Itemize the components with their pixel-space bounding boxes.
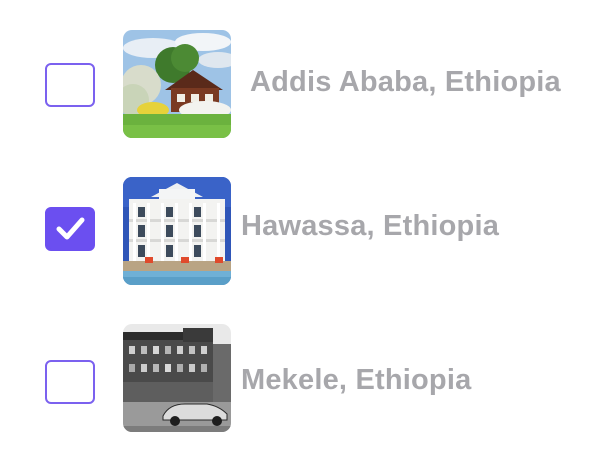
checkbox-mekele[interactable]: [45, 360, 95, 404]
location-label: Hawassa, Ethiopia: [241, 210, 500, 242]
location-option-hawassa[interactable]: Hawassa, Ethiopia: [0, 177, 609, 287]
location-label: Addis Ababa, Ethiopia: [250, 66, 561, 98]
location-option-mekele[interactable]: Mekele, Ethiopia: [0, 324, 609, 434]
white-mansion-photo: [123, 177, 231, 285]
location-checklist: Addis Ababa, Ethiopia Hawassa, Ethiopia …: [0, 0, 609, 450]
old-street-bw-photo: [123, 324, 231, 432]
location-label: Mekele, Ethiopia: [241, 364, 472, 396]
checkbox-hawassa[interactable]: [45, 207, 95, 251]
house-countryside-photo: [123, 30, 231, 138]
checkbox-addis-ababa[interactable]: [45, 63, 95, 107]
checkmark-icon: [56, 217, 85, 240]
location-option-addis-ababa[interactable]: Addis Ababa, Ethiopia: [0, 30, 609, 140]
